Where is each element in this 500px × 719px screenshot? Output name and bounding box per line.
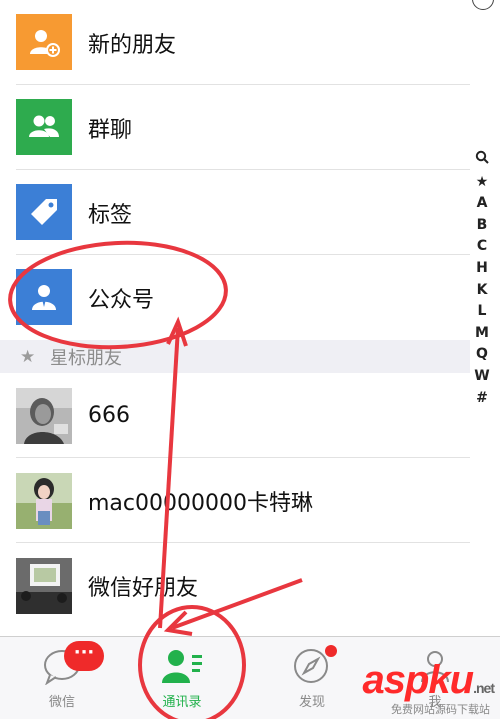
index-letter[interactable]: Q <box>476 344 488 366</box>
contact-row[interactable]: mac00000000卡特琳 <box>0 458 470 543</box>
notification-dot <box>325 645 337 657</box>
watermark-suffix: .net <box>473 680 495 696</box>
menu-item-label: 群聊 <box>88 117 133 143</box>
add-friend-icon <box>16 14 72 70</box>
index-letter[interactable]: ★ <box>476 172 489 194</box>
index-search-letter[interactable] <box>475 150 489 172</box>
contacts-icon <box>162 650 202 683</box>
contact-name: 666 <box>88 403 130 428</box>
menu-item-label: 标签 <box>88 202 133 228</box>
watermark-logo: aspku.net <box>363 658 495 703</box>
official-account-icon <box>16 269 72 325</box>
watermark-subtitle: 免费网站源码下载站 <box>391 703 490 716</box>
tab-contacts[interactable]: 通讯录 <box>132 637 232 719</box>
index-letter[interactable]: # <box>476 388 488 410</box>
tag-icon <box>16 184 72 240</box>
tab-wechat[interactable]: ··· 微信 <box>12 637 112 719</box>
alphabet-index[interactable]: ★ A B C H K L M Q W # <box>472 150 492 409</box>
contact-avatar <box>16 388 72 444</box>
index-letter[interactable]: A <box>477 193 488 215</box>
watermark-brand: aspku <box>362 658 475 702</box>
section-title: 星标朋友 <box>50 347 122 369</box>
contact-avatar <box>16 558 72 614</box>
contact-row[interactable]: 微信好朋友 <box>0 543 470 628</box>
contact-name: mac00000000卡特琳 <box>88 490 313 516</box>
menu-item-label: 新的朋友 <box>88 32 177 58</box>
index-letter[interactable]: K <box>477 280 488 302</box>
menu-item-group-chat[interactable]: 群聊 <box>0 85 470 170</box>
section-header-starred: ★ 星标朋友 <box>0 340 470 373</box>
tab-label: 发现 <box>298 695 325 710</box>
search-icon <box>475 150 489 164</box>
tab-label: 微信 <box>48 695 75 710</box>
menu-item-tags[interactable]: 标签 <box>0 170 470 255</box>
index-letter[interactable]: L <box>478 301 487 323</box>
menu-item-label: 公众号 <box>88 287 155 313</box>
menu-item-official-accounts[interactable]: 公众号 <box>0 255 470 340</box>
index-letter[interactable]: B <box>477 215 488 237</box>
index-letter[interactable]: H <box>476 258 488 280</box>
contact-name: 微信好朋友 <box>88 575 199 601</box>
star-icon: ★ <box>20 346 36 367</box>
tab-discover[interactable]: 发现 <box>262 637 362 719</box>
index-letter[interactable]: W <box>474 366 489 388</box>
group-chat-icon <box>16 99 72 155</box>
unread-badge: ··· <box>64 641 104 671</box>
menu-item-new-friends[interactable]: 新的朋友 <box>0 0 470 85</box>
scroll-top-indicator <box>472 0 494 10</box>
tab-label: 通讯录 <box>162 695 202 710</box>
index-letter[interactable]: C <box>477 236 487 258</box>
contact-row[interactable]: 666 <box>0 373 470 458</box>
index-letter[interactable]: M <box>475 323 489 345</box>
contact-avatar <box>16 473 72 529</box>
